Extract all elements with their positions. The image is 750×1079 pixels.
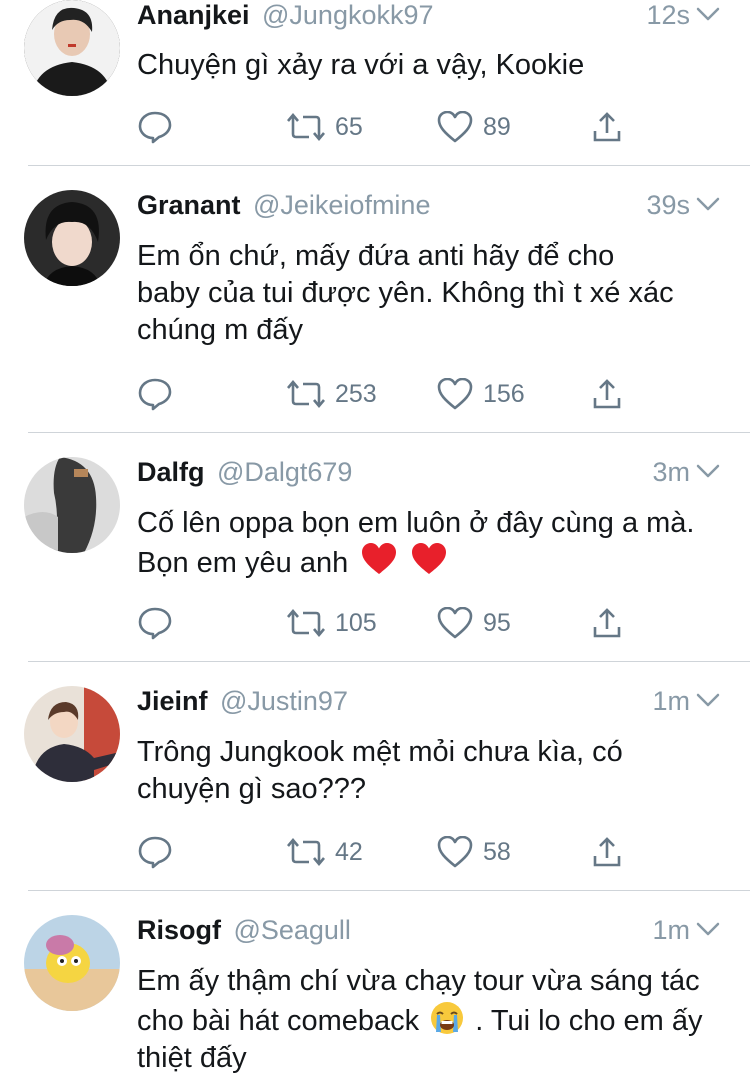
display-name[interactable]: Ananjkei [137, 0, 250, 30]
tweet-header: Risogf @Seagull 1m [137, 915, 720, 951]
share-icon [593, 837, 621, 867]
chevron-down-icon[interactable] [696, 196, 720, 212]
reply-icon [138, 111, 172, 144]
tweet-actions: 65 89 [137, 110, 697, 144]
retweet-button[interactable]: 42 [287, 835, 363, 869]
username[interactable]: @Jungkokk97 [262, 0, 434, 30]
timestamp[interactable]: 1m [652, 686, 690, 717]
tweet-actions: 42 58 [137, 835, 697, 869]
timestamp[interactable]: 12s [646, 0, 690, 31]
tweet-text: Chuyện gì xảy ra với a vậy, Kookie [137, 49, 585, 81]
retweet-icon [287, 837, 325, 867]
username[interactable]: @Jeikeiofmine [253, 190, 430, 220]
retweet-icon [287, 379, 325, 409]
share-icon [593, 608, 621, 638]
like-count: 95 [483, 608, 511, 637]
like-button[interactable]: 156 [437, 377, 525, 411]
avatar[interactable] [24, 0, 120, 96]
display-name[interactable]: Granant [137, 190, 241, 220]
heart-icon [437, 607, 473, 639]
retweet-button[interactable]: 253 [287, 377, 377, 411]
retweet-count: 253 [335, 379, 377, 408]
tweet-text: Em ấy thậm chí vừa chạy tour vừa sáng tá… [137, 963, 710, 1077]
like-button[interactable]: 89 [437, 110, 511, 144]
share-button[interactable] [592, 377, 622, 411]
reply-button[interactable] [137, 377, 173, 411]
share-icon [593, 379, 621, 409]
loudly-crying-face-emoji [431, 1002, 464, 1034]
retweet-icon [287, 112, 325, 142]
heart-icon [437, 378, 473, 410]
retweet-button[interactable]: 65 [287, 110, 363, 144]
username[interactable]: @Dalgt679 [217, 457, 353, 487]
avatar[interactable] [24, 457, 120, 553]
display-name[interactable]: Jieinf [137, 686, 208, 716]
avatar[interactable] [24, 190, 120, 286]
heart-icon [437, 836, 473, 868]
like-count: 89 [483, 112, 511, 141]
tweet-text: Trông Jungkook mệt mỏi chưa kìa, có chuy… [137, 736, 623, 805]
retweet-count: 105 [335, 608, 377, 637]
reply-icon [138, 836, 172, 869]
chevron-down-icon[interactable] [696, 463, 720, 479]
retweet-count: 42 [335, 837, 363, 866]
divider [28, 661, 750, 662]
timestamp[interactable]: 39s [646, 190, 690, 221]
divider [28, 432, 750, 433]
chevron-down-icon[interactable] [696, 6, 720, 22]
timestamp[interactable]: 3m [652, 457, 690, 488]
avatar[interactable] [24, 686, 120, 782]
reply-button[interactable] [137, 606, 173, 640]
tweet-actions: 253 156 [137, 377, 697, 411]
red-heart-emoji [412, 543, 447, 574]
tweet-actions: 105 95 [137, 606, 697, 640]
share-button[interactable] [592, 110, 622, 144]
tweet-text: Em ổn chứ, mấy đứa anti hãy để cho baby … [137, 240, 674, 346]
like-button[interactable]: 95 [437, 606, 511, 640]
red-heart-emoji [362, 543, 397, 574]
share-button[interactable] [592, 606, 622, 640]
display-name[interactable]: Dalfg [137, 457, 205, 487]
like-count: 156 [483, 379, 525, 408]
tweet-header: Ananjkei @Jungkokk97 12s [137, 0, 720, 36]
tweet-header: Jieinf @Justin97 1m [137, 686, 720, 722]
reply-icon [138, 378, 172, 411]
reply-button[interactable] [137, 835, 173, 869]
reply-button[interactable] [137, 110, 173, 144]
chevron-down-icon[interactable] [696, 692, 720, 708]
tweet-text: Cố lên oppa bọn em luôn ở đây cùng a mà.… [137, 505, 710, 582]
timestamp[interactable]: 1m [652, 915, 690, 946]
tweet-header: Dalfg @Dalgt679 3m [137, 457, 720, 493]
like-count: 58 [483, 837, 511, 866]
reply-icon [138, 607, 172, 640]
username[interactable]: @Justin97 [220, 686, 348, 716]
heart-icon [437, 111, 473, 143]
retweet-button[interactable]: 105 [287, 606, 377, 640]
chevron-down-icon[interactable] [696, 921, 720, 937]
retweet-count: 65 [335, 112, 363, 141]
share-icon [593, 112, 621, 142]
share-button[interactable] [592, 835, 622, 869]
tweet-header: Granant @Jeikeiofmine 39s [137, 190, 720, 226]
divider [28, 890, 750, 891]
avatar[interactable] [24, 915, 120, 1011]
divider [28, 165, 750, 166]
like-button[interactable]: 58 [437, 835, 511, 869]
retweet-icon [287, 608, 325, 638]
display-name[interactable]: Risogf [137, 915, 221, 945]
username[interactable]: @Seagull [233, 915, 350, 945]
